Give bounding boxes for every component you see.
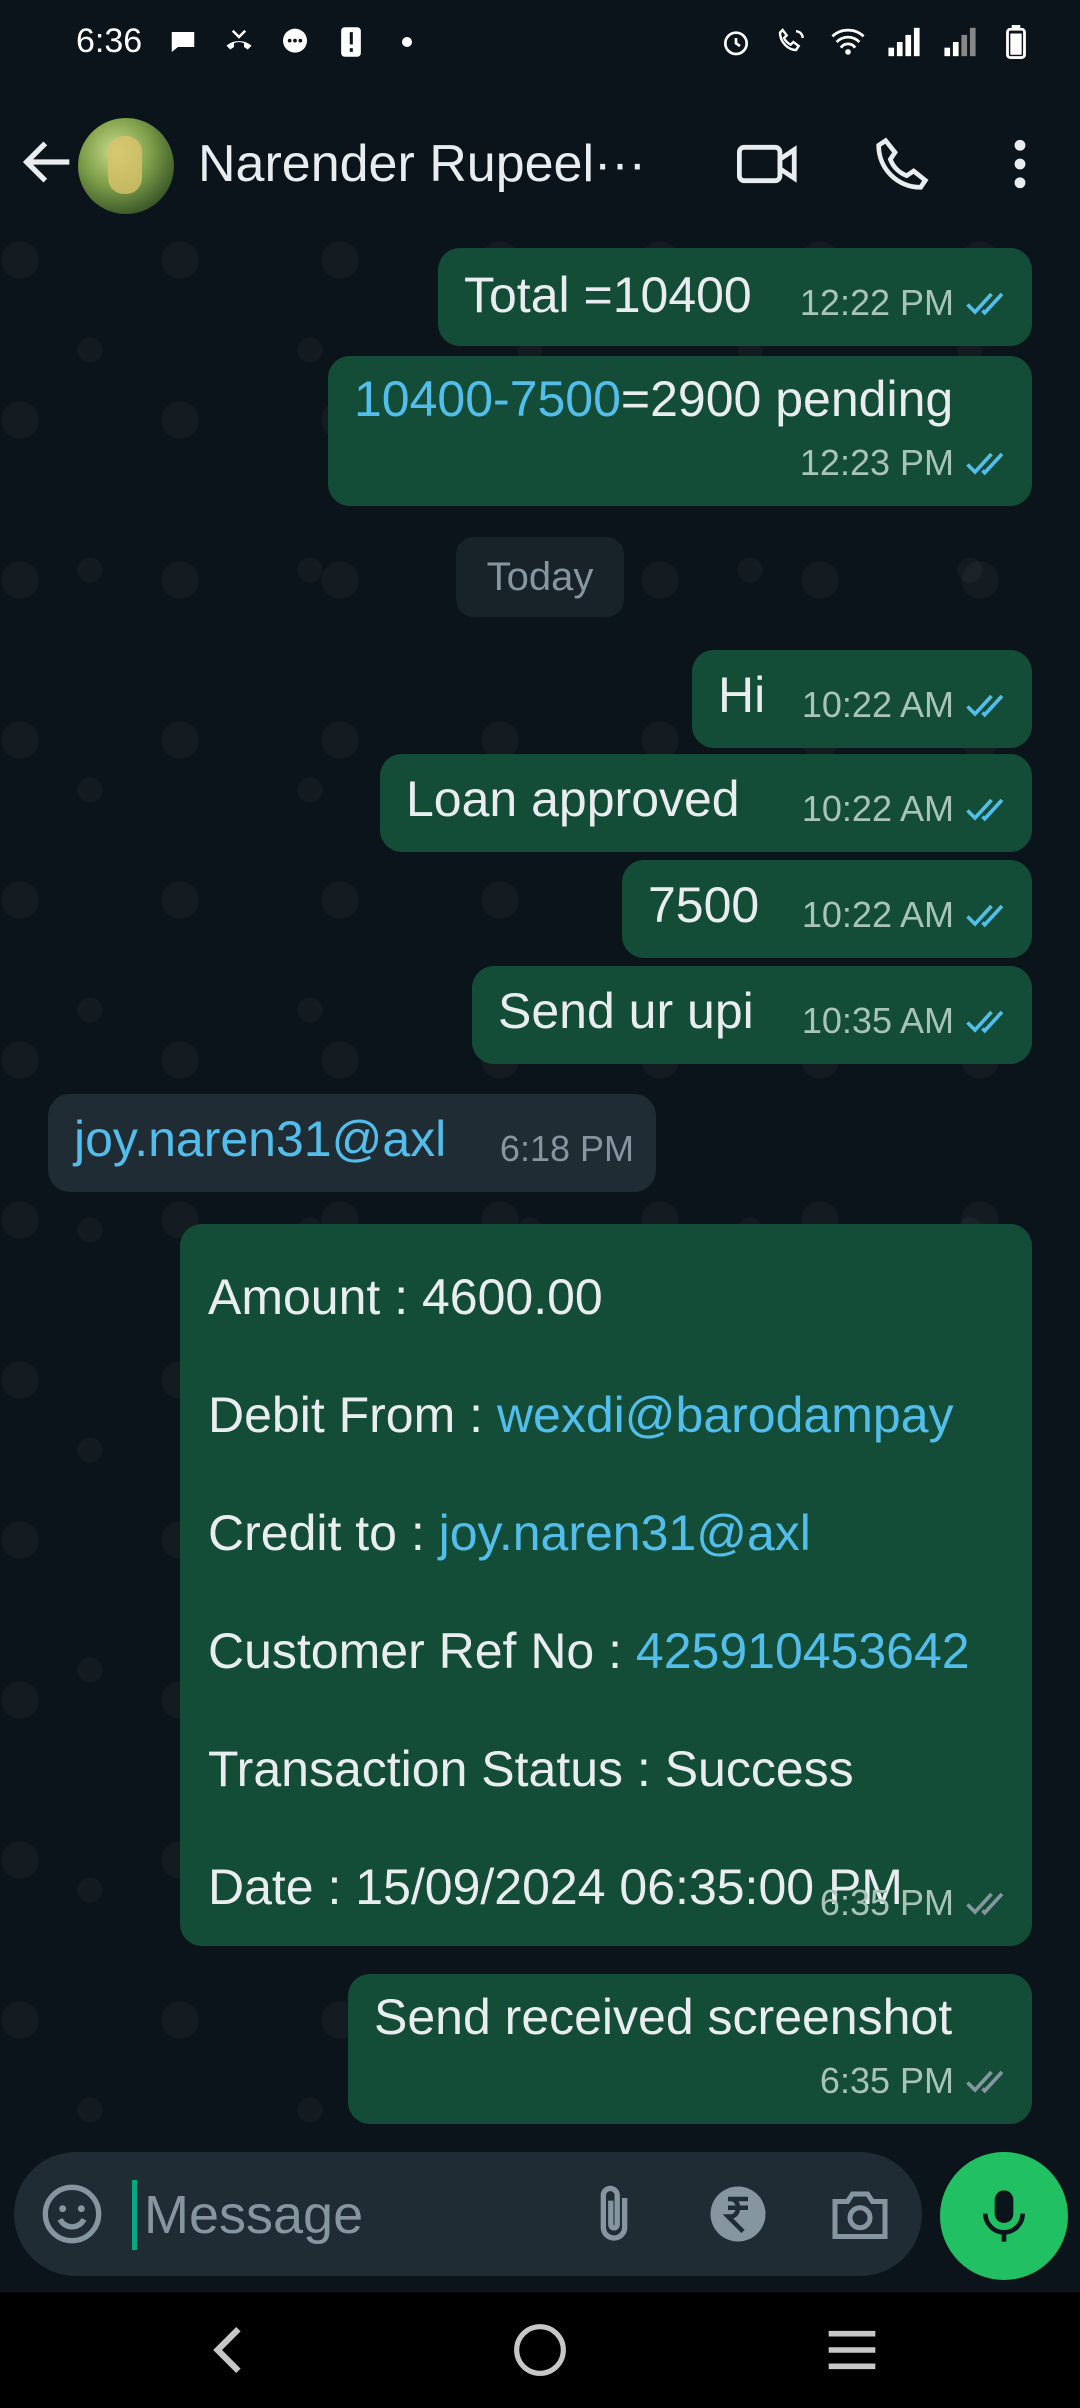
emoji-icon[interactable] xyxy=(40,2182,104,2246)
message-text: 10400-7500=2900 pending xyxy=(354,368,953,430)
credit-label: Credit to : xyxy=(208,1505,439,1561)
message-bubble[interactable]: 7500 10:22 AM xyxy=(622,860,1032,958)
transaction-message[interactable]: Amount : 4600.00 Debit From : wexdi@baro… xyxy=(180,1224,1032,1946)
rupee-icon[interactable] xyxy=(706,2182,770,2246)
back-arrow-icon[interactable] xyxy=(16,130,80,194)
dot-icon xyxy=(389,24,425,60)
debit-row: Debit From : wexdi@barodampay xyxy=(208,1356,1028,1474)
debit-label: Debit From : xyxy=(208,1387,497,1443)
camera-icon[interactable] xyxy=(828,2182,892,2246)
nav-back-icon[interactable] xyxy=(194,2316,262,2384)
amount-label: Amount : xyxy=(208,1269,422,1325)
message-text: Loan approved xyxy=(406,771,740,827)
status-row: Transaction Status : Success xyxy=(208,1710,1028,1828)
message-text: Total =10400 xyxy=(464,267,752,323)
ref-row: Customer Ref No : 425910453642 xyxy=(208,1592,1028,1710)
contact-name[interactable]: Narender Rupeel··· xyxy=(198,134,688,194)
text-cursor xyxy=(132,2180,137,2250)
message-time: 10:22 AM xyxy=(801,894,954,935)
message-meta: 10:22 AM xyxy=(802,884,1010,946)
system-nav-bar xyxy=(0,2292,1080,2408)
credit-row: Credit to : joy.naren31@axl xyxy=(208,1474,1028,1592)
ref-link[interactable]: 425910453642 xyxy=(636,1623,970,1679)
message-bubble[interactable]: Send received screenshot 6:35 PM xyxy=(348,1974,1032,2124)
wifi-icon xyxy=(830,24,866,60)
message-time: 6:35 PM xyxy=(819,2060,954,2101)
debit-link[interactable]: wexdi@barodampay xyxy=(497,1387,954,1443)
message-time: 10:22 AM xyxy=(801,684,954,725)
nav-recents-icon[interactable] xyxy=(818,2316,886,2384)
mic-button[interactable] xyxy=(940,2152,1068,2280)
missed-call-icon xyxy=(221,24,257,60)
date-label: Date : xyxy=(208,1859,356,1915)
phone-icon[interactable] xyxy=(870,132,934,196)
message-bubble[interactable]: Send ur upi 10:35 AM xyxy=(472,966,1032,1064)
status-label: Transaction Status : xyxy=(208,1741,665,1797)
read-receipt-icon xyxy=(966,904,1004,928)
message-input[interactable] xyxy=(142,2174,566,2256)
message-time: 12:22 PM xyxy=(799,282,954,323)
video-call-icon[interactable] xyxy=(736,132,800,196)
chat-header: Narender Rupeel··· xyxy=(0,88,1080,241)
battery-icon xyxy=(998,24,1034,60)
upi-link[interactable]: joy.naren31@axl xyxy=(74,1108,446,1170)
delivered-receipt-icon xyxy=(966,1892,1004,1916)
ref-label: Customer Ref No : xyxy=(208,1623,636,1679)
message-bubble[interactable]: 10400-7500=2900 pending 12:23 PM xyxy=(328,356,1032,506)
read-receipt-icon xyxy=(966,452,1004,476)
mic-icon xyxy=(983,2190,1025,2242)
read-receipt-icon xyxy=(966,694,1004,718)
message-bubble-incoming[interactable]: joy.naren31@axl 6:18 PM xyxy=(48,1094,656,1192)
message-time: 6:35 PM xyxy=(819,1882,954,1923)
message-time: 12:23 PM xyxy=(799,442,954,483)
message-text-rest: =2900 pending xyxy=(620,371,954,427)
transaction-details: Amount : 4600.00 Debit From : wexdi@baro… xyxy=(208,1238,1028,1946)
wifi-calling-icon xyxy=(774,24,810,60)
chat-area[interactable]: Total =10400 12:22 PM 10400-7500=2900 pe… xyxy=(0,240,1080,2152)
message-meta: 10:22 AM xyxy=(802,778,1010,840)
read-receipt-icon xyxy=(966,1010,1004,1034)
message-meta: 12:23 PM xyxy=(800,432,1010,494)
message-composer xyxy=(14,2152,922,2276)
status-time: 6:36 xyxy=(76,22,143,60)
message-meta: 6:18 PM xyxy=(500,1118,634,1180)
read-receipt-icon xyxy=(966,292,1004,316)
message-time: 6:18 PM xyxy=(499,1128,634,1169)
message-text: Send ur upi xyxy=(498,983,754,1039)
message-meta: 6:35 PM xyxy=(820,2050,1010,2112)
read-receipt-icon xyxy=(966,798,1004,822)
status-value: Success xyxy=(664,1741,854,1797)
message-time: 10:35 AM xyxy=(801,1000,954,1041)
message-time: 10:22 AM xyxy=(801,788,954,829)
attach-icon[interactable] xyxy=(582,2182,646,2246)
message-bubble[interactable]: Loan approved 10:22 AM xyxy=(380,754,1032,852)
message-link[interactable]: 10400-7500 xyxy=(354,371,621,427)
nav-home-icon[interactable] xyxy=(506,2316,574,2384)
message-meta: 12:22 PM xyxy=(800,272,1010,334)
system-icons xyxy=(718,24,1034,60)
message-text: Hi xyxy=(718,667,766,723)
credit-link[interactable]: joy.naren31@axl xyxy=(439,1505,811,1561)
date-divider: Today xyxy=(456,537,624,617)
more-options-icon[interactable] xyxy=(988,132,1052,196)
message-icon xyxy=(277,24,313,60)
message-meta: 6:35 PM xyxy=(820,1872,1010,1934)
chat-bubble-icon xyxy=(165,24,201,60)
signal-icon xyxy=(886,24,922,60)
message-bubble[interactable]: Hi 10:22 AM xyxy=(692,650,1032,748)
signal-2-icon xyxy=(942,24,978,60)
amount-value: 4600.00 xyxy=(422,1269,603,1325)
message-text: 7500 xyxy=(648,877,760,933)
delivered-receipt-icon xyxy=(966,2070,1004,2094)
message-meta: 10:22 AM xyxy=(802,674,1010,736)
alert-icon xyxy=(333,24,369,60)
avatar[interactable] xyxy=(78,118,174,214)
notification-icons xyxy=(165,24,425,60)
status-bar: 6:36 xyxy=(0,0,1080,88)
message-bubble[interactable]: Total =10400 12:22 PM xyxy=(438,248,1032,346)
message-meta: 10:35 AM xyxy=(802,990,1010,1052)
message-text: Send received screenshot xyxy=(374,1989,953,2045)
amount-row: Amount : 4600.00 xyxy=(208,1238,1028,1356)
alarm-icon xyxy=(718,24,754,60)
